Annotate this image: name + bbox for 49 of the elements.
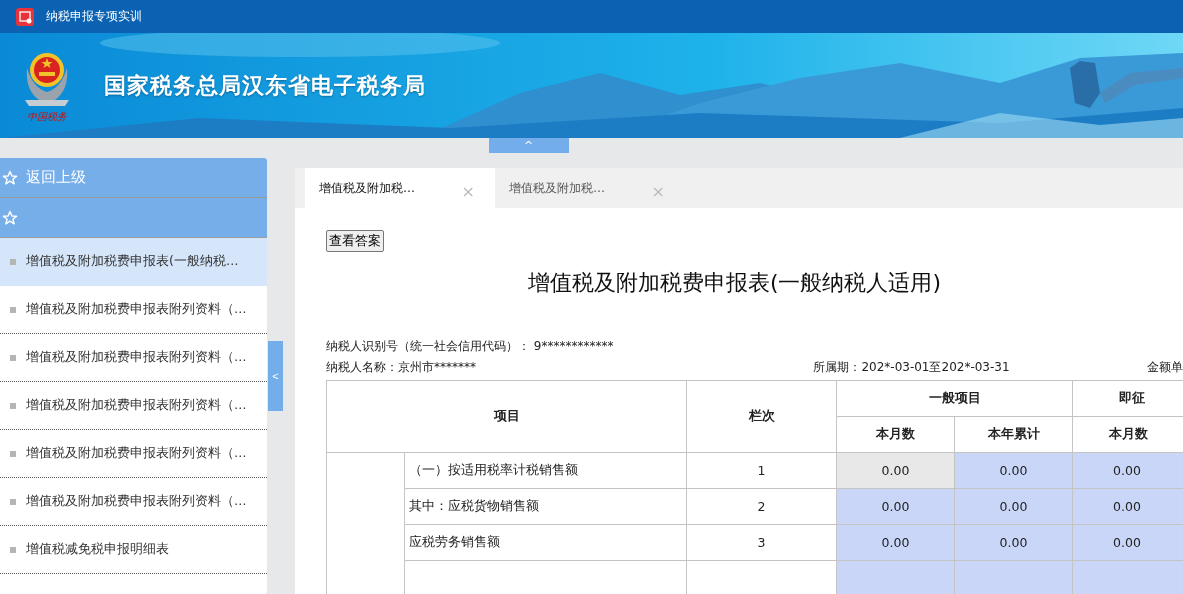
bullet-icon (10, 402, 16, 409)
emblem-caption: 中国税务 (27, 109, 67, 124)
amount-field[interactable]: 0.00 (836, 488, 955, 525)
amount-field: 0.00 (836, 452, 955, 489)
bullet-icon (10, 546, 16, 553)
taxpayer-name: 纳税人名称：京州市******* (326, 358, 476, 376)
table-cell: 1 (686, 452, 837, 489)
amount-field[interactable]: 0.00 (1072, 524, 1183, 561)
table-cell: 2 (686, 488, 837, 525)
sidebar-item[interactable]: 增值税及附加税费申报表附列资料（… (0, 334, 267, 382)
sidebar-item[interactable]: 增值税及附加税费申报表附列资料（… (0, 430, 267, 478)
amount-field[interactable]: 0.00 (954, 524, 1073, 561)
star-icon (2, 169, 18, 186)
portal-title: 国家税务总局汉东省电子税务局 (104, 71, 426, 100)
sidebar-item[interactable]: 增值税减免税申报明细表 (0, 526, 267, 574)
amount-unit: 金额单 (1147, 358, 1183, 376)
app-logo-icon (16, 7, 34, 26)
sidebar-item[interactable]: 增值税及附加税费申报表附列资料（… (0, 286, 267, 334)
table-cell: 其中：应税货物销售额 (404, 488, 687, 525)
sidebar-item[interactable]: 增值税及附加税费申报表(一般纳税… (0, 238, 267, 286)
header-cell: 栏次 (686, 380, 837, 453)
tab[interactable]: 增值税及附加税… × (305, 168, 495, 208)
bullet-icon (10, 498, 16, 505)
bullet-icon (10, 258, 16, 265)
tab[interactable]: 增值税及附加税… × (495, 168, 685, 208)
header-cell: 即征 (1072, 380, 1183, 417)
table-cell: 3 (686, 524, 837, 561)
view-answer-button[interactable]: 查看答案 (326, 230, 384, 252)
amount-field[interactable]: 0.00 (954, 452, 1073, 489)
header-cell: 项目 (326, 380, 687, 453)
table-cell: 应税劳务销售额 (404, 524, 687, 561)
amount-field[interactable]: 0.00 (1072, 452, 1183, 489)
amount-field[interactable]: 0.00 (836, 524, 955, 561)
bullet-icon (10, 306, 16, 313)
bullet-icon (10, 354, 16, 361)
header-cell: 本月数 (836, 416, 955, 453)
bullet-icon (10, 450, 16, 457)
tax-period: 所属期：202*-03-01至202*-03-31 (813, 358, 1010, 376)
amount-field[interactable]: 0.00 (1072, 488, 1183, 525)
app-title: 纳税申报专项实训 (46, 8, 142, 25)
sidebar-item[interactable]: 增值税及附加税费申报表附列资料（… (0, 478, 267, 526)
header-cell: 一般项目 (836, 380, 1073, 417)
form-title: 增值税及附加税费申报表(一般纳税人适用) (527, 270, 942, 295)
amount-field[interactable]: 0.00 (954, 488, 1073, 525)
table-cell: （一）按适用税率计税销售额 (404, 452, 687, 489)
header-cell: 本年累计 (954, 416, 1073, 453)
star-icon (2, 209, 18, 226)
taxpayer-id: 纳税人识别号（统一社会信用代码）： 9************ (326, 337, 614, 355)
sidebar-item[interactable]: 增值税及附加税费申报表附列资料（… (0, 382, 267, 430)
